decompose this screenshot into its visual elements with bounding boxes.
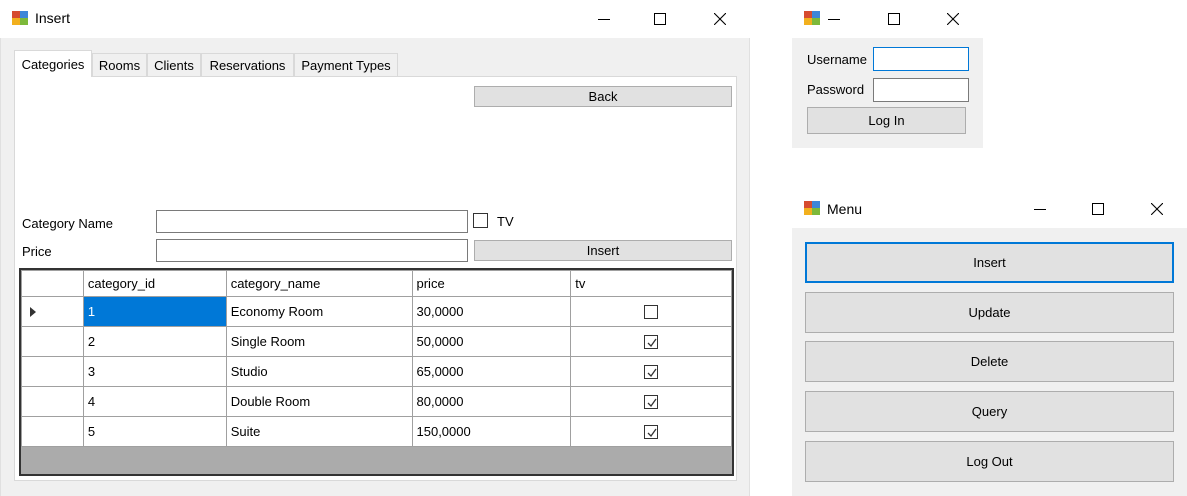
minimize-icon[interactable] [824, 9, 844, 29]
login-titlebar[interactable] [792, 0, 983, 38]
menu-window-title: Menu [827, 201, 863, 217]
categories-table: category_id category_name price tv 1 Econ… [21, 270, 732, 447]
categories-grid[interactable]: category_id category_name price tv 1 Econ… [19, 268, 734, 476]
tab-clients[interactable]: Clients [147, 53, 201, 76]
app-icon [12, 11, 28, 25]
checked-checkbox-icon[interactable] [644, 335, 659, 350]
column-header-price[interactable]: price [411, 270, 572, 297]
menu-query-button[interactable]: Query [805, 391, 1174, 432]
menu-logout-button[interactable]: Log Out [805, 441, 1174, 482]
checked-checkbox-icon[interactable] [644, 365, 659, 380]
table-row[interactable]: 3 Studio 65,0000 [21, 356, 732, 387]
row-header[interactable] [21, 356, 84, 387]
app-icon [804, 201, 820, 215]
unchecked-checkbox-icon[interactable] [644, 305, 659, 320]
tab-rooms-label: Rooms [98, 57, 141, 73]
close-icon[interactable] [710, 9, 730, 29]
row-header[interactable] [21, 416, 84, 447]
cell-category-name[interactable]: Double Room [225, 386, 413, 417]
cell-category-name[interactable]: Suite [225, 416, 413, 447]
table-row[interactable]: 2 Single Room 50,0000 [21, 326, 732, 357]
column-header-tv[interactable]: tv [570, 270, 732, 297]
cell-tv[interactable] [570, 356, 732, 387]
insert-titlebar[interactable]: Insert [0, 0, 750, 38]
menu-titlebar[interactable]: Menu [792, 190, 1187, 228]
row-header[interactable] [21, 296, 84, 327]
username-label: Username [807, 52, 867, 67]
category-name-label: Category Name [22, 216, 114, 231]
tab-payment-types-label: Payment Types [301, 57, 391, 73]
checked-checkbox-icon[interactable] [644, 425, 659, 440]
minimize-icon[interactable] [594, 9, 614, 29]
tab-categories[interactable]: Categories [14, 50, 92, 77]
login-window: Username Password Log In [792, 0, 983, 150]
back-button[interactable]: Back [474, 86, 732, 107]
cell-tv[interactable] [570, 416, 732, 447]
cell-category-id[interactable]: 1 [82, 296, 227, 327]
tab-reservations[interactable]: Reservations [201, 53, 294, 76]
price-label: Price [22, 244, 52, 259]
close-icon[interactable] [943, 9, 963, 29]
app-icon [804, 11, 820, 25]
tab-rooms[interactable]: Rooms [92, 53, 147, 76]
password-input[interactable] [873, 78, 969, 102]
cell-price[interactable]: 30,0000 [411, 296, 572, 327]
tab-categories-label: Categories [21, 56, 85, 72]
cell-price[interactable]: 80,0000 [411, 386, 572, 417]
password-label: Password [807, 82, 865, 97]
table-row[interactable]: 1 Economy Room 30,0000 [21, 296, 732, 327]
price-input[interactable] [156, 239, 468, 262]
cell-category-name[interactable]: Economy Room [225, 296, 413, 327]
login-button[interactable]: Log In [807, 107, 966, 134]
category-name-input[interactable] [156, 210, 468, 233]
menu-delete-button[interactable]: Delete [805, 341, 1174, 382]
table-row[interactable]: 5 Suite 150,0000 [21, 416, 732, 447]
tab-payment-types[interactable]: Payment Types [294, 53, 398, 76]
grid-body: 1 Economy Room 30,0000 2 Single Room 50,0000 3… [21, 296, 732, 447]
cell-category-id[interactable]: 3 [82, 356, 227, 387]
cell-price[interactable]: 150,0000 [411, 416, 572, 447]
username-input[interactable] [873, 47, 969, 71]
cell-category-id[interactable]: 2 [82, 326, 227, 357]
table-row[interactable]: 4 Double Room 80,0000 [21, 386, 732, 417]
cell-tv[interactable] [570, 296, 732, 327]
grid-corner-header [21, 270, 84, 297]
cell-category-name[interactable]: Studio [225, 356, 413, 387]
minimize-icon[interactable] [1030, 199, 1050, 219]
cell-tv[interactable] [570, 386, 732, 417]
column-header-category-id[interactable]: category_id [82, 270, 227, 297]
close-icon[interactable] [1147, 199, 1167, 219]
column-header-category-name[interactable]: category_name [225, 270, 413, 297]
maximize-icon[interactable] [1088, 199, 1108, 219]
cell-category-id[interactable]: 4 [82, 386, 227, 417]
insert-window-title: Insert [35, 10, 71, 26]
grid-header-row: category_id category_name price tv [21, 270, 732, 297]
tab-reservations-label: Reservations [209, 57, 286, 73]
maximize-icon[interactable] [650, 9, 670, 29]
row-header[interactable] [21, 326, 84, 357]
row-header[interactable] [21, 386, 84, 417]
tv-checkbox[interactable] [473, 213, 488, 228]
insert-window: Insert Categories Rooms Clients Reservat… [0, 0, 750, 496]
menu-update-button[interactable]: Update [805, 292, 1174, 333]
cell-category-id[interactable]: 5 [82, 416, 227, 447]
maximize-icon[interactable] [884, 9, 904, 29]
checked-checkbox-icon[interactable] [644, 395, 659, 410]
current-row-arrow-icon [30, 307, 36, 317]
insert-submit-button[interactable]: Insert [474, 240, 732, 261]
menu-window: Menu Insert Update Delete Query Log Out [792, 190, 1187, 496]
menu-insert-button[interactable]: Insert [805, 242, 1174, 283]
tv-label: TV [497, 214, 514, 229]
cell-price[interactable]: 50,0000 [411, 326, 572, 357]
tab-clients-label: Clients [154, 57, 194, 73]
cell-tv[interactable] [570, 326, 732, 357]
cell-category-name[interactable]: Single Room [225, 326, 413, 357]
cell-price[interactable]: 65,0000 [411, 356, 572, 387]
